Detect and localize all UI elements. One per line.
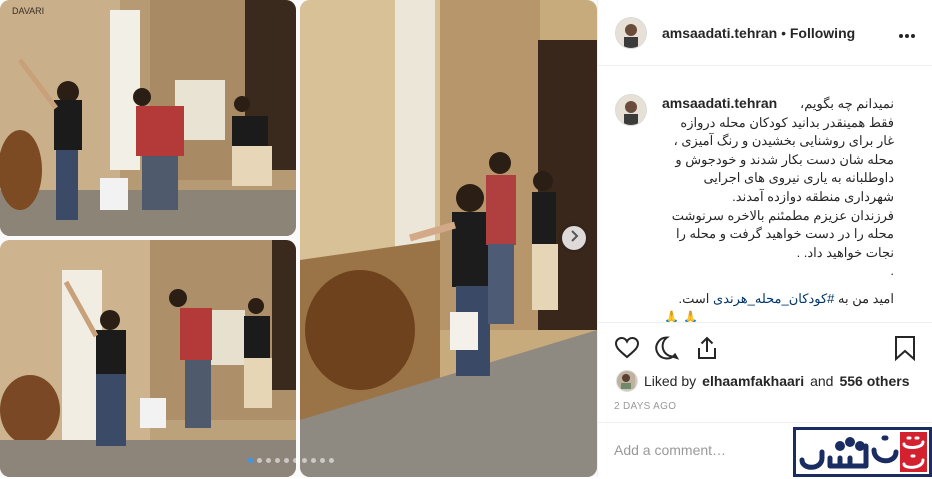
header-username[interactable]: amsaadati.tehran [662,25,777,41]
carousel-dot [266,458,271,463]
carousel-dot [275,458,280,463]
caption-line: نمیدانم چه بگویم، [800,96,894,111]
caption-line: فرزندان عزیزم مطمئنم بالاخره سرنوشت [671,207,894,223]
follow-status-button[interactable]: Following [790,25,855,41]
caption-line: شهرداری منطقه دوازده آمدند. [732,188,894,204]
carousel-dot [320,458,325,463]
photo-children-painting-main [300,0,597,477]
caption-line: محله شان دست بکار شدند و خودجوش و [675,151,894,167]
likes-summary: Liked by elhaamfakhaari and 556 others [616,370,910,392]
header-username-line: amsaadati.tehran • Following [662,25,855,41]
caption-text-fragment: امید من به [838,290,894,306]
carousel-dot [311,458,316,463]
caption-line: نجات خواهید داد. . [796,244,894,260]
post-media-collage[interactable]: DAVARI [0,0,597,477]
action-bar [598,322,932,372]
post-header: amsaadati.tehran • Following [598,0,932,66]
liker-username[interactable]: elhaamfakhaari [702,373,804,389]
wall-writing: DAVARI [12,6,44,16]
share-icon[interactable] [694,335,720,361]
carousel-dot [329,458,334,463]
caption-line: . [890,263,894,279]
comment-input[interactable]: Add a comment… [614,442,726,458]
site-logo [793,427,932,477]
heart-icon[interactable] [614,335,640,361]
carousel-dots [248,458,334,463]
avatar[interactable] [615,94,647,126]
carousel-dot [293,458,298,463]
comment-icon[interactable] [654,335,680,361]
hashtag-link[interactable]: #کودکان_محله_هرندی [713,291,834,306]
carousel-dot [284,458,289,463]
bookmark-icon[interactable] [894,335,920,362]
photo-children-painting-bottom [0,240,296,477]
caption-line: غار برای روشنایی بخشیدن و رنگ آمیزی ، [673,133,894,149]
avatar[interactable] [615,17,647,49]
header-separator: • [781,25,786,41]
carousel-dot [248,458,253,463]
likes-middle: and [810,373,834,389]
instagram-post: DAVARI amsaadati.tehran • Following amsa… [0,0,932,477]
more-options-icon[interactable] [898,23,916,44]
likes-others-link[interactable]: 556 others [839,373,909,389]
caption-line: داوطلبانه به یاری نیروی های اجرایی [703,170,894,186]
caption-text-fragment: است. [678,290,710,306]
logo-mark [796,430,929,474]
caption-line: محله را در دست خواهید گرفت و محله را [675,226,894,242]
caption-line: فقط همینقدر بدانید کودکان محله دروازه [680,114,894,130]
avatar[interactable] [616,370,638,392]
chevron-right-icon [569,229,579,247]
caption-section: amsaadati.tehran نمیدانم چه بگویم، فقط ه… [598,66,932,322]
caption-last-line: امید من به #کودکان_محله_هرندی است. [644,290,895,309]
post-sidebar: amsaadati.tehran • Following amsaadati.t… [597,0,932,477]
photo-children-painting-top: DAVARI [0,0,296,236]
carousel-next-button[interactable] [562,226,586,250]
praying-hands-emoji: 🙏🙏 [664,310,702,322]
caption-text: نمیدانم چه بگویم، فقط همینقدر بدانید کود… [644,95,894,309]
post-date[interactable]: 2 DAYS AGO [614,401,676,412]
carousel-dot [302,458,307,463]
likes-prefix: Liked by [644,373,697,389]
carousel-dot [257,458,262,463]
